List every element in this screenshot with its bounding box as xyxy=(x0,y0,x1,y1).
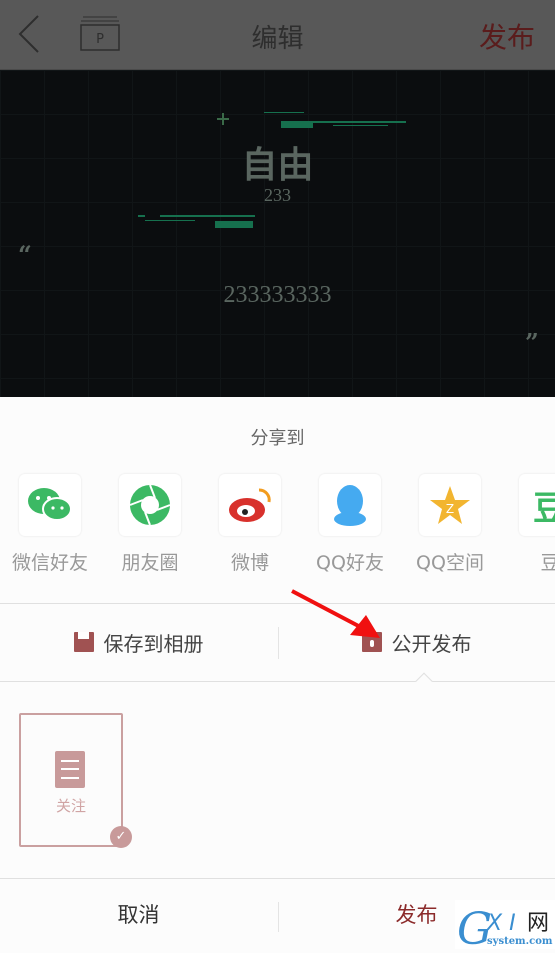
cancel-button[interactable]: 取消 xyxy=(0,879,277,949)
qq-icon xyxy=(319,474,381,536)
svg-text:X I: X I xyxy=(486,911,516,936)
preview-subtitle: 233 xyxy=(264,185,291,205)
wechat-icon xyxy=(19,474,81,536)
svg-text:system.com: system.com xyxy=(487,936,553,947)
page-title: 编辑 xyxy=(251,24,304,54)
divider xyxy=(0,681,555,682)
share-weibo[interactable]: 微博 xyxy=(200,474,300,575)
moments-icon xyxy=(119,474,181,536)
share-douban[interactable]: 豆 豆 xyxy=(500,474,555,575)
check-icon: ✓ xyxy=(110,826,132,848)
weibo-icon xyxy=(219,474,281,536)
share-label: 分享到 xyxy=(250,428,305,449)
open-quote: “ xyxy=(18,240,32,269)
save-to-album-button[interactable]: 保存到相册 xyxy=(0,603,277,681)
decor-line xyxy=(281,121,313,128)
decor-line xyxy=(333,125,388,126)
save-icon xyxy=(73,632,94,652)
close-quote: ” xyxy=(525,328,539,357)
decor-line xyxy=(160,215,255,217)
decor-line xyxy=(222,113,224,125)
svg-text:Z: Z xyxy=(446,502,454,516)
preview-body: 233333333 xyxy=(223,282,332,308)
decor-line xyxy=(145,220,195,221)
decor-line xyxy=(264,112,304,113)
watermark-logo: GX I 网 system.com xyxy=(455,900,555,953)
grid-background xyxy=(0,70,555,397)
svg-text:网: 网 xyxy=(527,911,549,936)
share-moments[interactable]: 朋友圈 xyxy=(100,474,200,575)
decor-line xyxy=(138,215,145,217)
card-preview[interactable]: 自由 233 “ 233333333 ” xyxy=(0,70,555,397)
share-wechat[interactable]: 微信好友 xyxy=(0,474,100,575)
decor-line xyxy=(215,221,253,228)
qzone-icon: Z xyxy=(419,474,481,536)
template-card[interactable]: 关注 xyxy=(19,713,123,847)
share-qzone[interactable]: Z QQ空间 xyxy=(400,474,500,575)
preview-title: 自由 xyxy=(241,144,314,186)
decor-line xyxy=(311,121,406,123)
douban-icon: 豆 xyxy=(519,474,555,536)
document-icon xyxy=(55,751,85,788)
share-row: 微信好友 朋友圈 微博 QQ好友 Z QQ空间 豆 豆 xyxy=(0,474,555,575)
top-bar: P 编辑 发布 xyxy=(0,0,555,70)
annotation-arrow xyxy=(291,589,380,638)
share-qq[interactable]: QQ好友 xyxy=(300,474,400,575)
publish-button-top[interactable]: 发布 xyxy=(479,16,535,56)
